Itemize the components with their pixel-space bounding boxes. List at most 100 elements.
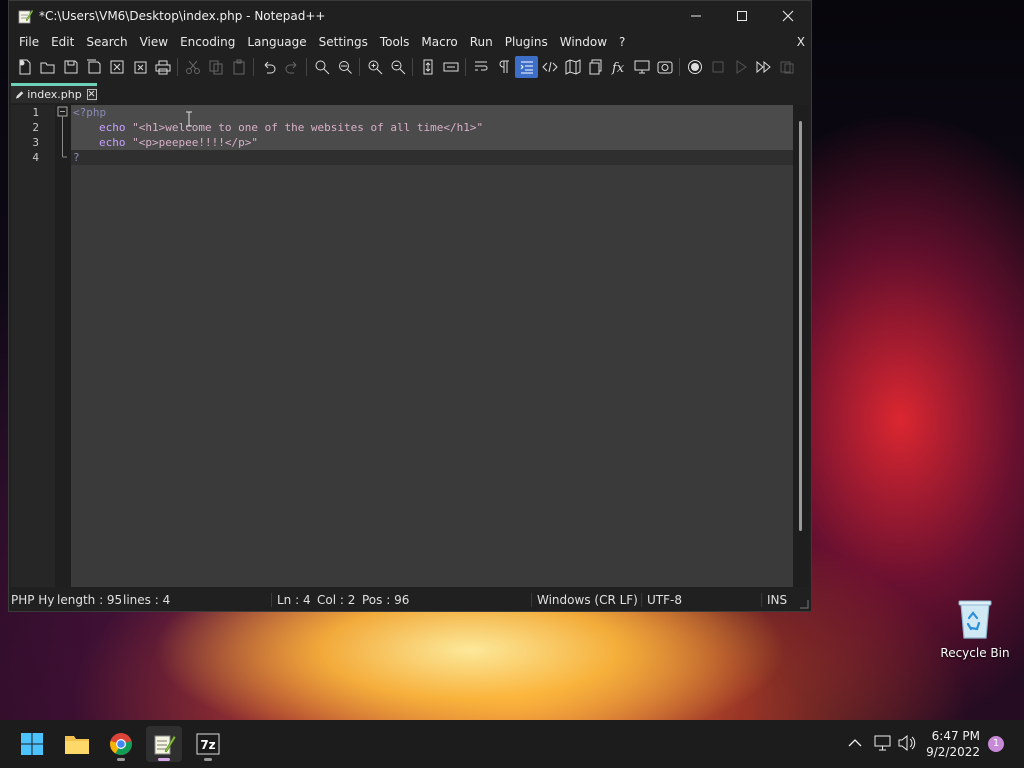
menu-run[interactable]: Run [464, 31, 499, 53]
status-column: Col : 2 [317, 593, 356, 607]
sync-vertical-button[interactable] [416, 56, 439, 78]
close-icon [782, 10, 794, 22]
zoom-in-button[interactable] [363, 56, 386, 78]
zoom-out-button[interactable] [386, 56, 409, 78]
recycle-bin-icon [955, 596, 995, 640]
save-macro-button[interactable] [775, 56, 798, 78]
menu-language[interactable]: Language [241, 31, 312, 53]
replace-button[interactable] [333, 56, 356, 78]
paste-button[interactable] [227, 56, 250, 78]
language-button[interactable] [538, 56, 561, 78]
tab-index-php[interactable]: index.php [11, 83, 97, 103]
cut-button[interactable] [181, 56, 204, 78]
close-file-button[interactable] [105, 56, 128, 78]
play-macro-button[interactable] [729, 56, 752, 78]
editor-area[interactable]: 1 2 3 4 <?php echo "<h1>welcome to one o… [11, 105, 809, 587]
save-all-button[interactable] [82, 56, 105, 78]
code-text-area[interactable]: <?php echo "<h1>welcome to one of the we… [71, 105, 793, 587]
clock[interactable]: 6:47 PM 9/2/2022 [920, 728, 980, 760]
status-insert-mode[interactable]: INS [767, 589, 787, 611]
toolbar-separator [412, 58, 413, 76]
replace-icon [338, 61, 352, 74]
document-map-button[interactable] [561, 56, 584, 78]
word-wrap-icon [474, 61, 487, 71]
status-lines: lines : 4 [123, 593, 171, 607]
maximize-button[interactable] [719, 1, 765, 31]
zoom-out-icon [391, 60, 405, 75]
tab-close-button[interactable] [86, 89, 97, 100]
chrome-button[interactable] [103, 726, 139, 762]
notepadpp-window: *C:\Users\VM6\Desktop\index.php - Notepa… [8, 0, 812, 612]
fold-marker-icon[interactable] [55, 105, 71, 165]
file-explorer-button[interactable] [59, 726, 95, 762]
line-number: 1 [32, 106, 39, 119]
menu-macro[interactable]: Macro [415, 31, 463, 53]
word-wrap-button[interactable] [469, 56, 492, 78]
new-file-icon [19, 59, 30, 75]
running-indicator [204, 758, 212, 761]
start-button[interactable] [14, 726, 50, 762]
status-eol[interactable]: Windows (CR LF) [537, 589, 638, 611]
find-button[interactable] [310, 56, 333, 78]
volume-icon[interactable] [898, 735, 916, 751]
redo-button[interactable] [280, 56, 303, 78]
menu-window[interactable]: Window [554, 31, 613, 53]
stop-macro-button[interactable] [706, 56, 729, 78]
scrollbar-thumb[interactable] [799, 121, 802, 531]
taskbar: 7z 6:47 PM 9/2/2022 1 [0, 720, 1024, 768]
folder-workspace-button[interactable] [630, 56, 653, 78]
open-file-button[interactable] [36, 56, 59, 78]
undo-button[interactable] [257, 56, 280, 78]
monitoring-button[interactable] [653, 56, 676, 78]
record-macro-button[interactable] [683, 56, 706, 78]
save-icon [64, 60, 77, 74]
paste-icon [233, 59, 244, 75]
status-bar: PHP Hy length : 95 lines : 4 Ln : 4 Col … [9, 589, 811, 611]
running-indicator [117, 758, 125, 761]
indent-guide-button[interactable] [515, 56, 538, 78]
close-all-button[interactable] [128, 56, 151, 78]
stop-icon [712, 61, 723, 73]
resize-grip-icon[interactable] [799, 599, 809, 609]
notepadpp-icon [154, 735, 176, 755]
sync-horizontal-button[interactable] [439, 56, 462, 78]
close-document-button[interactable]: X [797, 31, 805, 53]
menu-view[interactable]: View [134, 31, 174, 53]
notification-badge[interactable]: 1 [988, 736, 1004, 752]
minimize-button[interactable] [673, 1, 719, 31]
recycle-bin-shortcut[interactable]: Recycle Bin [940, 596, 1010, 660]
7zip-button[interactable]: 7z [190, 726, 226, 762]
copy-button[interactable] [204, 56, 227, 78]
menu-search[interactable]: Search [80, 31, 133, 53]
menu-settings[interactable]: Settings [313, 31, 374, 53]
notepadpp-taskbar-button[interactable] [146, 726, 182, 762]
title-bar[interactable]: *C:\Users\VM6\Desktop\index.php - Notepa… [9, 1, 811, 31]
status-encoding[interactable]: UTF-8 [647, 589, 682, 611]
show-all-chars-button[interactable] [492, 56, 515, 78]
network-icon[interactable] [874, 735, 892, 751]
status-divider [761, 593, 762, 607]
menu-encoding[interactable]: Encoding [174, 31, 241, 53]
close-all-icon [134, 61, 146, 74]
menu-file[interactable]: File [13, 31, 45, 53]
print-button[interactable] [151, 56, 174, 78]
run-macro-multiple-button[interactable] [752, 56, 775, 78]
indent-guide-icon [520, 61, 533, 74]
close-button[interactable] [765, 1, 811, 31]
menu-plugins[interactable]: Plugins [499, 31, 554, 53]
echo-keyword: echo [99, 136, 126, 149]
toolbar-separator [679, 58, 680, 76]
vertical-scrollbar[interactable] [793, 105, 809, 587]
menu-edit[interactable]: Edit [45, 31, 80, 53]
new-file-button[interactable] [13, 56, 36, 78]
minimize-icon [691, 15, 701, 17]
function-icon: fx [611, 61, 625, 75]
save-button[interactable] [59, 56, 82, 78]
monitor-icon [634, 60, 649, 74]
menu-help[interactable]: ? [613, 31, 631, 53]
cut-icon [185, 60, 200, 74]
menu-tools[interactable]: Tools [374, 31, 416, 53]
chevron-up-icon[interactable] [848, 737, 862, 749]
function-list-button[interactable]: fx [607, 56, 630, 78]
document-list-button[interactable] [584, 56, 607, 78]
